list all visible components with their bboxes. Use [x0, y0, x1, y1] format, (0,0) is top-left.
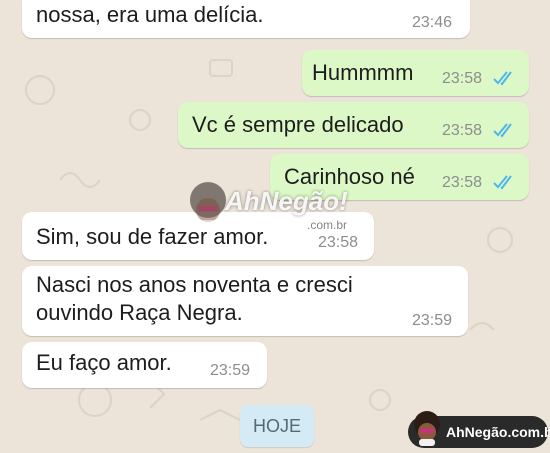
message-text: nossa, era uma delícia. — [36, 2, 264, 27]
message-bubble-outgoing[interactable]: Vc é sempre delicado 23:58 — [178, 102, 529, 148]
message-time: 23:58 — [442, 70, 483, 87]
message-time: 23:59 — [412, 312, 453, 329]
brand-badge: AhNegão.com.br — [408, 411, 550, 448]
double-check-icon — [493, 123, 512, 138]
message-bubble-incoming[interactable]: Sim, sou de fazer amor. 23:58 — [22, 212, 374, 260]
message-bubble-incoming[interactable]: Eu faço amor. 23:59 — [22, 342, 267, 388]
message-time: 23:58 — [442, 174, 483, 191]
mascot-logo-icon — [414, 411, 440, 446]
message-time: 23:46 — [412, 14, 453, 31]
date-separator-chip: HOJE — [240, 405, 314, 447]
message-bubble-incoming[interactable]: nossa, era uma delícia. 23:46 — [22, 0, 470, 38]
message-text: Eu faço amor. — [36, 350, 172, 375]
message-text: Sim, sou de fazer amor. — [36, 224, 269, 249]
brand-badge-text: AhNegão.com.br — [446, 424, 550, 440]
message-text-line-1: Nasci nos anos noventa e cresci — [36, 272, 353, 297]
message-time: 23:58 — [442, 122, 483, 139]
message-bubble-incoming[interactable]: Nasci nos anos noventa e cresci ouvindo … — [22, 266, 468, 336]
double-check-icon — [493, 175, 512, 190]
message-text: Hummmm — [312, 60, 414, 85]
message-text: Carinhoso né — [284, 164, 415, 189]
message-text-line-2: ouvindo Raça Negra. — [36, 300, 243, 325]
double-check-icon — [493, 71, 512, 86]
message-text: Vc é sempre delicado — [192, 112, 404, 137]
message-time: 23:59 — [210, 362, 251, 379]
message-time: 23:58 — [318, 234, 359, 251]
chat-area: nossa, era uma delícia. 23:46 Hummmm 23:… — [0, 0, 550, 453]
message-bubble-outgoing[interactable]: Carinhoso né 23:58 — [270, 154, 529, 200]
message-bubble-outgoing[interactable]: Hummmm 23:58 — [302, 50, 529, 96]
